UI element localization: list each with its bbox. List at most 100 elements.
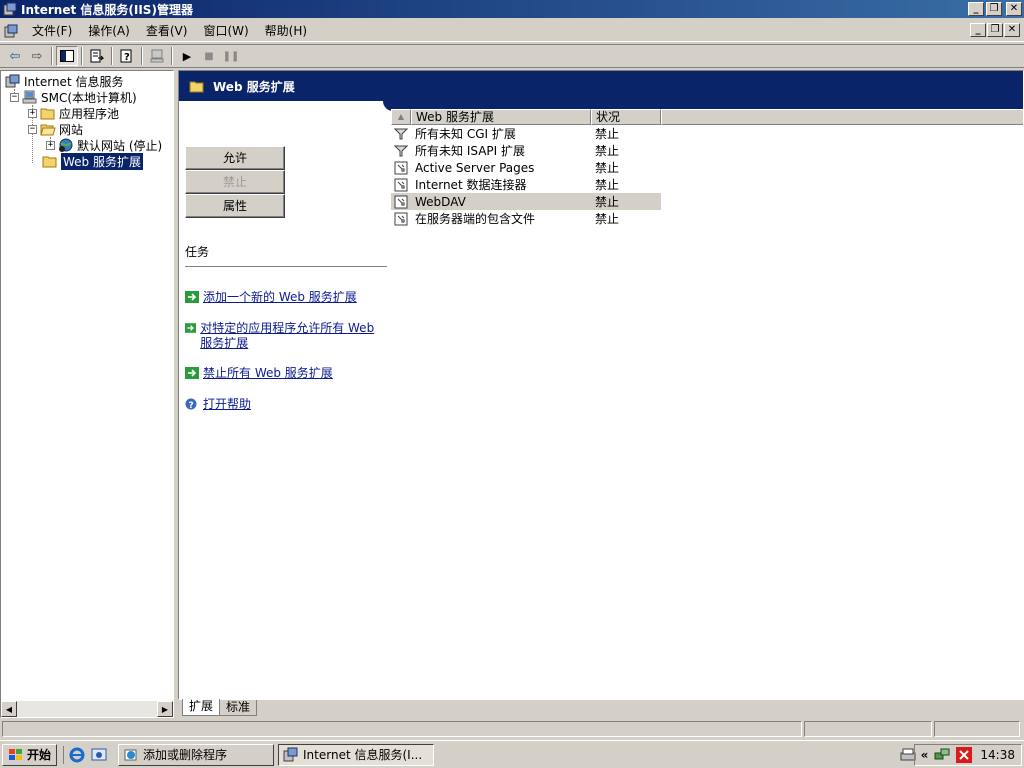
properties-button[interactable]: 属性 <box>185 194 285 218</box>
task-open-help[interactable]: ? 打开帮助 <box>185 397 251 412</box>
scroll-left-button[interactable]: ◀ <box>1 701 17 717</box>
iis-icon <box>283 747 298 761</box>
column-header-filler <box>661 109 1023 125</box>
list-item[interactable]: 所有未知 ISAPI 扩展 禁止 <box>391 142 661 159</box>
status-cell <box>804 721 932 737</box>
action-buttons: 允许 禁止 属性 <box>185 146 385 218</box>
connect-button[interactable] <box>146 46 168 66</box>
tree-item-computer[interactable]: − SMC(本地计算机) <box>10 89 137 105</box>
tree-item-websites[interactable]: − 网站 <box>28 121 83 137</box>
tree-pane-icon <box>60 50 74 62</box>
stop-icon: ■ <box>204 50 214 62</box>
mdi-restore-button[interactable]: ❐ <box>987 23 1003 37</box>
tree-item-default-site[interactable]: + 默认网站 (停止) <box>46 137 162 153</box>
back-button[interactable]: ⇦ <box>4 46 26 66</box>
scroll-right-button[interactable]: ▶ <box>157 701 173 717</box>
tray-expand-icon[interactable]: « <box>921 748 929 762</box>
svg-text:?: ? <box>124 52 130 63</box>
globe-stopped-icon <box>59 138 73 152</box>
filter-icon <box>394 145 408 156</box>
mdi-minimize-button[interactable]: _ <box>970 23 986 37</box>
extension-doc-icon <box>394 195 408 208</box>
task-allow-for-application[interactable]: 对特定的应用程序允许所有 Web 服务扩展 <box>185 321 381 351</box>
list-item[interactable]: Active Server Pages 禁止 <box>391 159 661 176</box>
list-item[interactable]: Internet 数据连接器 禁止 <box>391 176 661 193</box>
internet-explorer-icon[interactable] <box>68 746 86 764</box>
forward-button[interactable]: ⇨ <box>26 46 48 66</box>
help-circle-icon: ? <box>185 398 197 410</box>
tree-item-app-pools[interactable]: + 应用程序池 <box>28 105 119 121</box>
list-item[interactable]: 在服务器端的包含文件 禁止 <box>391 210 661 227</box>
menu-help[interactable]: 帮助(H) <box>257 22 315 39</box>
network-icon[interactable] <box>934 747 950 763</box>
expand-toggle[interactable]: + <box>28 108 37 118</box>
task-prohibit-all[interactable]: 禁止所有 Web 服务扩展 <box>185 366 333 381</box>
show-hide-tree-button[interactable] <box>56 46 78 66</box>
start-button[interactable]: ▶ <box>176 46 198 66</box>
start-menu-button[interactable]: 开始 <box>2 743 58 766</box>
column-header-name[interactable]: Web 服务扩展 <box>411 109 591 125</box>
sort-column-header[interactable]: ▲ <box>391 109 411 125</box>
status-cell <box>934 721 1020 737</box>
minimize-button[interactable]: _ <box>968 2 984 16</box>
menu-view[interactable]: 查看(V) <box>138 22 196 39</box>
task-add-extension[interactable]: 添加一个新的 Web 服务扩展 <box>185 290 357 305</box>
result-pane: Web 服务扩展 允许 禁止 属性 任务 添加一个新的 Web 服务扩展 对特定… <box>178 70 1024 700</box>
pause-icon: ❚❚ <box>222 50 240 62</box>
tree-item-iis-root[interactable]: Internet 信息服务 <box>5 73 123 89</box>
list-item[interactable]: 所有未知 CGI 扩展 禁止 <box>391 125 661 142</box>
help-button[interactable]: ? <box>116 46 138 66</box>
window-title: Internet 信息服务(IIS)管理器 <box>21 2 193 17</box>
title-bar[interactable]: Internet 信息服务(IIS)管理器 _ ❐ ✕ <box>0 0 1024 18</box>
collapse-toggle[interactable]: − <box>10 92 19 102</box>
export-list-button[interactable] <box>86 46 108 66</box>
taskbar: 开始 添加或删除程序 Internet 信息服务(I... « 14:38 <box>0 740 1024 768</box>
list-item-selected[interactable]: WebDAV 禁止 <box>391 193 661 210</box>
toolbar-separator <box>141 47 143 65</box>
menu-action[interactable]: 操作(A) <box>80 22 138 39</box>
help-icon: ? <box>120 49 132 63</box>
extension-doc-icon <box>394 212 408 225</box>
tab-standard[interactable]: 标准 <box>219 700 258 716</box>
play-icon: ▶ <box>182 49 192 63</box>
prohibit-button[interactable]: 禁止 <box>185 170 285 194</box>
extensions-list[interactable]: ▲ Web 服务扩展 状况 所有未知 CGI 扩展 禁止 所有未知 ISAPI … <box>391 109 1023 227</box>
back-arrow-icon: ⇦ <box>9 48 21 64</box>
computer-icon <box>22 90 37 104</box>
iis-app-icon <box>3 2 17 16</box>
mmc-system-menu-icon[interactable] <box>4 24 18 38</box>
list-header: ▲ Web 服务扩展 状况 <box>391 109 1023 125</box>
tree-item-web-service-extensions[interactable]: Web 服务扩展 <box>42 152 143 170</box>
pause-button[interactable]: ❚❚ <box>220 46 242 66</box>
add-remove-programs-icon <box>124 749 137 760</box>
security-alert-icon[interactable] <box>956 747 973 763</box>
menu-window[interactable]: 窗口(W) <box>195 22 256 39</box>
folder-icon <box>189 81 204 93</box>
filter-icon <box>394 128 408 139</box>
menu-file[interactable]: 文件(F) <box>24 22 80 39</box>
taskbar-window-iis[interactable]: Internet 信息服务(I... <box>278 743 435 766</box>
clock[interactable]: 14:38 <box>980 748 1015 762</box>
scroll-track[interactable] <box>17 701 157 717</box>
export-list-icon <box>90 49 104 63</box>
tree-horizontal-scrollbar[interactable]: ◀ ▶ <box>1 701 173 717</box>
tab-extended[interactable]: 扩展 <box>182 699 221 716</box>
allow-button[interactable]: 允许 <box>185 146 285 170</box>
stop-button[interactable]: ■ <box>198 46 220 66</box>
tree-pane[interactable]: Internet 信息服务 − SMC(本地计算机) + 应用程序池 − 网站 … <box>0 70 174 718</box>
expand-toggle[interactable]: + <box>46 140 55 150</box>
column-header-status[interactable]: 状况 <box>591 109 661 125</box>
quick-launch <box>63 745 108 764</box>
folder-icon <box>42 156 57 168</box>
collapse-toggle[interactable]: − <box>28 124 37 134</box>
menu-bar: 文件(F) 操作(A) 查看(V) 窗口(W) 帮助(H) _ ❐ ✕ <box>0 20 1024 42</box>
taskbar-window-add-remove[interactable]: 添加或删除程序 <box>118 743 275 766</box>
view-tabs: 扩展 标准 <box>178 699 1024 718</box>
restore-button[interactable]: ❐ <box>986 2 1002 16</box>
show-desktop-icon[interactable] <box>90 746 108 764</box>
close-button[interactable]: ✕ <box>1006 2 1022 16</box>
status-bar <box>0 719 1024 739</box>
mdi-close-button[interactable]: ✕ <box>1004 23 1020 37</box>
toolbar: ⇦ ⇨ ? ▶ ■ ❚❚ <box>0 44 1024 68</box>
open-folder-icon <box>40 124 56 136</box>
